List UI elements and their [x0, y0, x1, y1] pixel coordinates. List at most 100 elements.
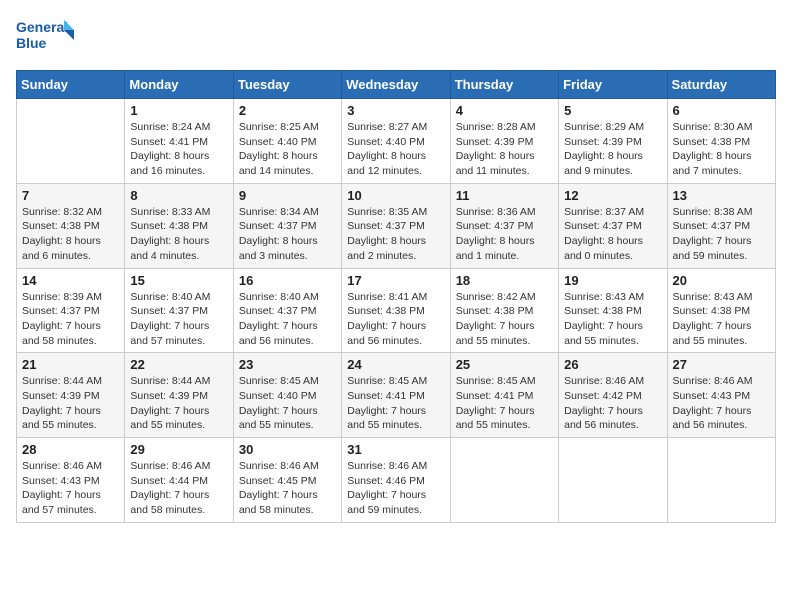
calendar-cell: 28 Sunrise: 8:46 AM Sunset: 4:43 PM Dayli… [17, 438, 125, 523]
day-number: 28 [22, 442, 119, 457]
day-info: Sunrise: 8:38 AM Sunset: 4:37 PM Dayligh… [673, 205, 770, 264]
day-number: 31 [347, 442, 444, 457]
day-number: 25 [456, 357, 553, 372]
calendar-cell: 3 Sunrise: 8:27 AM Sunset: 4:40 PM Daylig… [342, 99, 450, 184]
day-number: 4 [456, 103, 553, 118]
calendar-cell: 6Sunrise: 8:30 AM Sunset: 4:38 PM Daylig… [667, 99, 775, 184]
calendar-cell: 31 Sunrise: 8:46 AM Sunset: 4:46 PM Dayli… [342, 438, 450, 523]
calendar-week-row: 21Sunrise: 8:44 AM Sunset: 4:39 PM Dayli… [17, 353, 776, 438]
day-number: 1 [130, 103, 227, 118]
day-info: Sunrise: 8:36 AM Sunset: 4:37 PM Dayligh… [456, 205, 553, 264]
day-info: Sunrise: 8:24 AM Sunset: 4:41 PM Dayligh… [130, 120, 227, 179]
calendar-cell: 19 Sunrise: 8:43 AM Sunset: 4:38 PM Dayli… [559, 268, 667, 353]
day-info: Sunrise: 8:46 AM Sunset: 4:46 PM Dayligh… [347, 459, 444, 518]
day-info: Sunrise: 8:41 AM Sunset: 4:38 PM Dayligh… [347, 290, 444, 349]
day-info: Sunrise: 8:45 AM Sunset: 4:41 PM Dayligh… [347, 374, 444, 433]
day-info: Sunrise: 8:33 AM Sunset: 4:38 PM Dayligh… [130, 205, 227, 264]
day-info: Sunrise: 8:46 AM Sunset: 4:42 PM Dayligh… [564, 374, 661, 433]
svg-text:Blue: Blue [16, 35, 47, 51]
calendar-cell: 23 Sunrise: 8:45 AM Sunset: 4:40 PM Dayli… [233, 353, 341, 438]
calendar-cell: 13 Sunrise: 8:38 AM Sunset: 4:37 PM Dayli… [667, 183, 775, 268]
day-number: 29 [130, 442, 227, 457]
day-info: Sunrise: 8:46 AM Sunset: 4:44 PM Dayligh… [130, 459, 227, 518]
calendar-week-row: 14 Sunrise: 8:39 AM Sunset: 4:37 PM Dayli… [17, 268, 776, 353]
logo-svg: General Blue [16, 16, 76, 58]
day-info: Sunrise: 8:45 AM Sunset: 4:40 PM Dayligh… [239, 374, 336, 433]
calendar-cell [17, 99, 125, 184]
calendar-week-row: 28 Sunrise: 8:46 AM Sunset: 4:43 PM Dayli… [17, 438, 776, 523]
day-number: 3 [347, 103, 444, 118]
day-info: Sunrise: 8:40 AM Sunset: 4:37 PM Dayligh… [239, 290, 336, 349]
day-number: 22 [130, 357, 227, 372]
day-info: Sunrise: 8:46 AM Sunset: 4:45 PM Dayligh… [239, 459, 336, 518]
calendar-cell: 8Sunrise: 8:33 AM Sunset: 4:38 PM Daylig… [125, 183, 233, 268]
day-info: Sunrise: 8:44 AM Sunset: 4:39 PM Dayligh… [130, 374, 227, 433]
day-header-thursday: Thursday [450, 71, 558, 99]
calendar-cell: 1 Sunrise: 8:24 AM Sunset: 4:41 PM Daylig… [125, 99, 233, 184]
calendar-table: SundayMondayTuesdayWednesdayThursdayFrid… [16, 70, 776, 523]
day-header-sunday: Sunday [17, 71, 125, 99]
calendar-cell: 24 Sunrise: 8:45 AM Sunset: 4:41 PM Dayli… [342, 353, 450, 438]
calendar-cell: 12 Sunrise: 8:37 AM Sunset: 4:37 PM Dayli… [559, 183, 667, 268]
day-number: 14 [22, 273, 119, 288]
day-header-wednesday: Wednesday [342, 71, 450, 99]
day-number: 2 [239, 103, 336, 118]
day-number: 20 [673, 273, 770, 288]
calendar-cell: 27Sunrise: 8:46 AM Sunset: 4:43 PM Dayli… [667, 353, 775, 438]
calendar-cell: 5 Sunrise: 8:29 AM Sunset: 4:39 PM Daylig… [559, 99, 667, 184]
day-info: Sunrise: 8:32 AM Sunset: 4:38 PM Dayligh… [22, 205, 119, 264]
calendar-cell: 21Sunrise: 8:44 AM Sunset: 4:39 PM Dayli… [17, 353, 125, 438]
calendar-cell: 15 Sunrise: 8:40 AM Sunset: 4:37 PM Dayli… [125, 268, 233, 353]
calendar-cell [559, 438, 667, 523]
day-info: Sunrise: 8:29 AM Sunset: 4:39 PM Dayligh… [564, 120, 661, 179]
calendar-cell: 10 Sunrise: 8:35 AM Sunset: 4:37 PM Dayli… [342, 183, 450, 268]
day-number: 18 [456, 273, 553, 288]
day-number: 11 [456, 188, 553, 203]
day-number: 7 [22, 188, 119, 203]
day-number: 13 [673, 188, 770, 203]
day-info: Sunrise: 8:40 AM Sunset: 4:37 PM Dayligh… [130, 290, 227, 349]
calendar-cell: 20 Sunrise: 8:43 AM Sunset: 4:38 PM Dayli… [667, 268, 775, 353]
calendar-cell: 25 Sunrise: 8:45 AM Sunset: 4:41 PM Dayli… [450, 353, 558, 438]
day-info: Sunrise: 8:46 AM Sunset: 4:43 PM Dayligh… [22, 459, 119, 518]
calendar-cell [450, 438, 558, 523]
day-info: Sunrise: 8:28 AM Sunset: 4:39 PM Dayligh… [456, 120, 553, 179]
calendar-cell: 18 Sunrise: 8:42 AM Sunset: 4:38 PM Dayli… [450, 268, 558, 353]
day-number: 6 [673, 103, 770, 118]
day-number: 15 [130, 273, 227, 288]
day-number: 24 [347, 357, 444, 372]
calendar-cell: 26 Sunrise: 8:46 AM Sunset: 4:42 PM Dayli… [559, 353, 667, 438]
day-info: Sunrise: 8:43 AM Sunset: 4:38 PM Dayligh… [673, 290, 770, 349]
calendar-cell: 7 Sunrise: 8:32 AM Sunset: 4:38 PM Daylig… [17, 183, 125, 268]
logo: General Blue [16, 16, 76, 58]
calendar-cell: 22 Sunrise: 8:44 AM Sunset: 4:39 PM Dayli… [125, 353, 233, 438]
day-info: Sunrise: 8:35 AM Sunset: 4:37 PM Dayligh… [347, 205, 444, 264]
calendar-cell: 9Sunrise: 8:34 AM Sunset: 4:37 PM Daylig… [233, 183, 341, 268]
calendar-cell: 11 Sunrise: 8:36 AM Sunset: 4:37 PM Dayli… [450, 183, 558, 268]
day-number: 26 [564, 357, 661, 372]
day-info: Sunrise: 8:45 AM Sunset: 4:41 PM Dayligh… [456, 374, 553, 433]
day-number: 10 [347, 188, 444, 203]
day-number: 12 [564, 188, 661, 203]
day-info: Sunrise: 8:37 AM Sunset: 4:37 PM Dayligh… [564, 205, 661, 264]
day-info: Sunrise: 8:43 AM Sunset: 4:38 PM Dayligh… [564, 290, 661, 349]
day-number: 5 [564, 103, 661, 118]
day-number: 19 [564, 273, 661, 288]
page-header: General Blue [16, 16, 776, 58]
day-info: Sunrise: 8:44 AM Sunset: 4:39 PM Dayligh… [22, 374, 119, 433]
day-number: 30 [239, 442, 336, 457]
calendar-week-row: 7 Sunrise: 8:32 AM Sunset: 4:38 PM Daylig… [17, 183, 776, 268]
day-header-monday: Monday [125, 71, 233, 99]
calendar-cell: 14 Sunrise: 8:39 AM Sunset: 4:37 PM Dayli… [17, 268, 125, 353]
day-number: 17 [347, 273, 444, 288]
calendar-cell: 29 Sunrise: 8:46 AM Sunset: 4:44 PM Dayli… [125, 438, 233, 523]
day-header-friday: Friday [559, 71, 667, 99]
day-info: Sunrise: 8:46 AM Sunset: 4:43 PM Dayligh… [673, 374, 770, 433]
day-info: Sunrise: 8:42 AM Sunset: 4:38 PM Dayligh… [456, 290, 553, 349]
day-info: Sunrise: 8:39 AM Sunset: 4:37 PM Dayligh… [22, 290, 119, 349]
day-number: 9 [239, 188, 336, 203]
calendar-cell: 17 Sunrise: 8:41 AM Sunset: 4:38 PM Dayli… [342, 268, 450, 353]
day-info: Sunrise: 8:27 AM Sunset: 4:40 PM Dayligh… [347, 120, 444, 179]
day-number: 23 [239, 357, 336, 372]
svg-text:General: General [16, 19, 68, 35]
